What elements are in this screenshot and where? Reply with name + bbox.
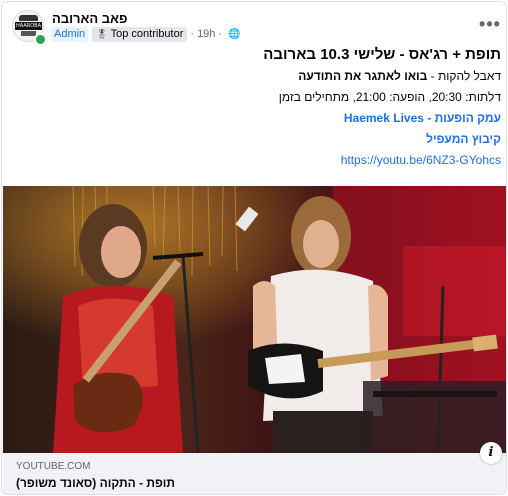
globe-icon: 🌐 [228, 28, 241, 40]
logo-shape [21, 31, 36, 36]
more-options-button[interactable]: ••• [474, 10, 506, 38]
kibbutz-link[interactable]: קיבוץ המעפיל [426, 132, 501, 146]
post-body: תופת + רג'אס - שלישי 10.3 בארובה דאבל לה… [21, 44, 501, 171]
admin-badge[interactable]: Admin [51, 26, 89, 42]
logo-shape [19, 15, 38, 21]
separator-dot: · [190, 28, 195, 40]
more-horizontal-icon: ••• [479, 13, 501, 34]
post-card: HAAROBA פאב הארובה Admin 🎖 Top contribut… [1, 1, 507, 495]
post-link-haemek: עמק הופעות - Haemek Lives [21, 108, 501, 129]
info-icon[interactable]: i [480, 442, 502, 464]
haemek-lives-link[interactable]: עמק הופעות - Haemek Lives [344, 111, 501, 125]
top-contributor-badge[interactable]: 🎖 Top contributor [92, 26, 188, 42]
post-link-youtube: https://youtu.be/6NZ3-GYohcs [21, 150, 501, 171]
post-line-2: דלתות: 20:30, הופעה: 21:00, מתחילים בזמן [278, 90, 501, 104]
post-time[interactable]: 19h [197, 28, 215, 40]
post-link-kibbutz: קיבוץ המעפיל [21, 129, 501, 150]
concert-photo [3, 186, 506, 453]
video-thumbnail[interactable] [3, 186, 506, 453]
preview-domain: YOUTUBE.COM [16, 461, 91, 472]
preview-title: תופת - התקוה (סאונד משופר) [16, 476, 176, 490]
post-title: תופת + רג'אס - שלישי 10.3 בארובה [263, 46, 501, 63]
post-line-1: דאבל להקות - בואו לאתגר את התודעה [21, 66, 501, 87]
award-icon: 🎖 [96, 28, 108, 39]
youtube-link[interactable]: https://youtu.be/6NZ3-GYohcs [341, 153, 501, 167]
post-meta: Admin 🎖 Top contributor · 19h · 🌐 [51, 26, 241, 42]
post-line-1-prefix: דאבל להקות - [427, 69, 501, 83]
avatar-logo-text: HAAROBA [15, 22, 42, 30]
page-name[interactable]: פאב הארובה [52, 11, 127, 26]
top-contributor-label: Top contributor [110, 27, 184, 40]
post-line-1-bold: בואו לאתגר את התודעה [298, 69, 428, 83]
separator-dot: · [218, 28, 223, 40]
link-preview[interactable]: YOUTUBE.COM תופת - התקוה (סאונד משופר) [3, 453, 506, 494]
